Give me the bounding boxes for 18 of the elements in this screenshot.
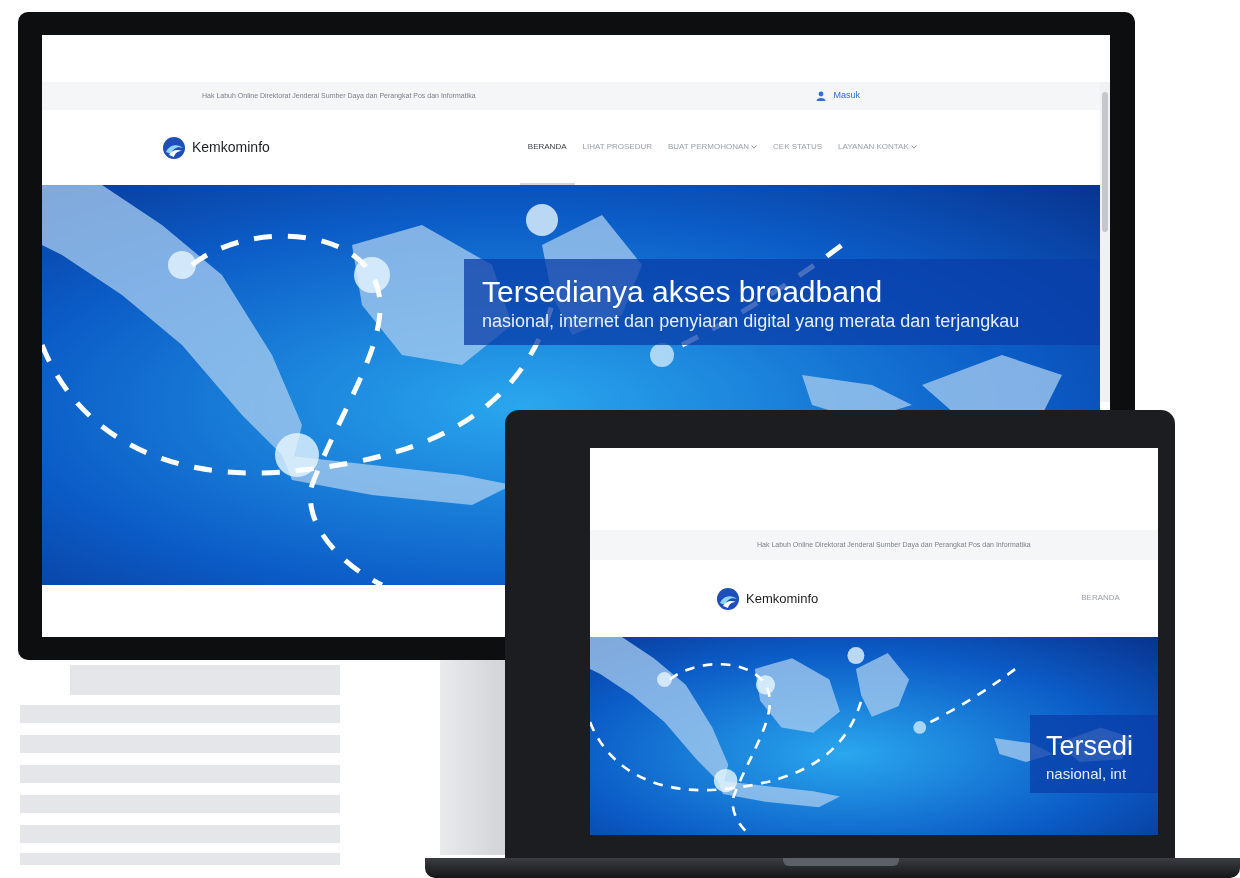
nav-link[interactable]: BUAT PERMOHONAN bbox=[660, 110, 766, 185]
user-icon bbox=[815, 91, 826, 101]
caret-icon bbox=[751, 144, 758, 149]
logo-text: Kemkominfo bbox=[192, 138, 270, 157]
banner-subline: nasional, int bbox=[1046, 766, 1128, 781]
logo-icon bbox=[716, 586, 740, 611]
banner-headline: Tersedianya akses broadband bbox=[482, 277, 884, 307]
nav-link[interactable]: CEK STATUS bbox=[765, 110, 831, 185]
caret-icon bbox=[910, 144, 917, 149]
logo-text: Kemkominfo bbox=[746, 589, 819, 608]
banner-headline: Tersedi bbox=[1046, 733, 1135, 760]
banner-subline: nasional, internet dan penyiaran digital yang merata dan terjangkau bbox=[482, 312, 1021, 330]
nav-link[interactable]: LIHAT PROSEDUR bbox=[574, 110, 660, 185]
nav-link[interactable]: BERANDA bbox=[1073, 560, 1128, 637]
logo-icon bbox=[162, 135, 186, 160]
login-link[interactable]: Masuk bbox=[815, 89, 861, 103]
nav-link[interactable]: LAYANAN KONTAK bbox=[830, 110, 925, 185]
scrollbar[interactable] bbox=[1100, 82, 1110, 402]
